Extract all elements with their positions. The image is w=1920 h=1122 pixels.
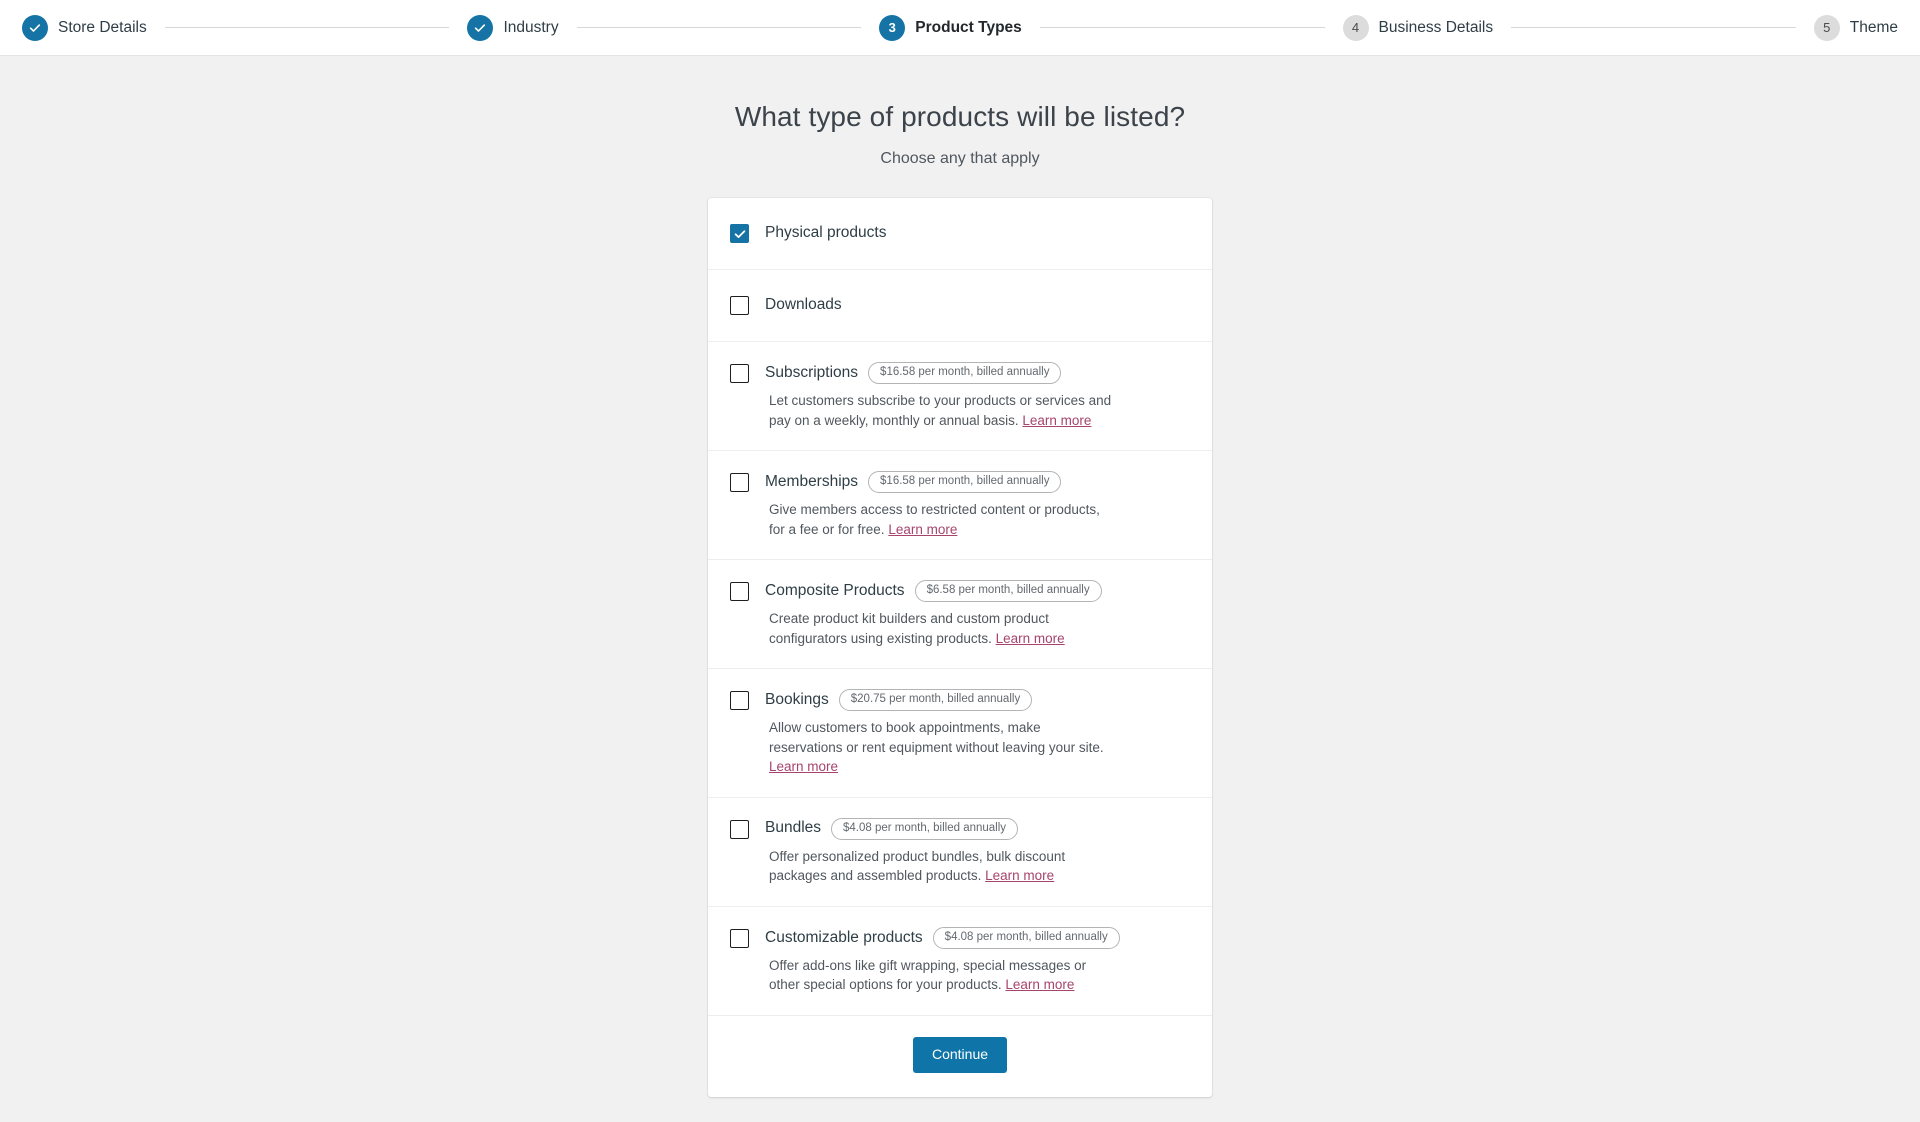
checkbox-unchecked-icon[interactable] bbox=[730, 582, 749, 602]
product-type-title: Physical products bbox=[765, 224, 887, 242]
product-type-description: Give members access to restricted conten… bbox=[765, 500, 1117, 539]
price-badge: $4.08 per month, billed annually bbox=[831, 817, 1019, 840]
product-type-row[interactable]: Memberships $16.58 per month, billed annu… bbox=[708, 451, 1212, 561]
product-type-row[interactable]: Subscriptions $16.58 per month, billed an… bbox=[708, 342, 1212, 452]
check-icon bbox=[22, 14, 48, 41]
page-title: What type of products will be listed? bbox=[734, 101, 1186, 132]
product-type-head: Customizable products $4.08 per month, bi… bbox=[765, 926, 1186, 949]
price-badge: $20.75 per month, billed annually bbox=[838, 689, 1033, 712]
check-icon bbox=[467, 14, 494, 41]
price-badge: $16.58 per month, billed annually bbox=[868, 362, 1062, 384]
stepper-connector bbox=[1511, 27, 1796, 28]
product-type-body: Composite Products $6.58 per month, bille… bbox=[765, 580, 1186, 648]
product-type-body: Bundles $4.08 per month, billed annually O… bbox=[765, 817, 1186, 886]
checkbox-unchecked-icon[interactable] bbox=[730, 364, 749, 383]
product-type-description: Create product kit builders and custom p… bbox=[765, 609, 1117, 648]
product-type-description: Allow customers to book appointments, ma… bbox=[765, 718, 1117, 777]
checkbox-checked-icon[interactable] bbox=[730, 224, 749, 243]
product-type-body: Downloads bbox=[765, 296, 1186, 315]
stepper-step-label: Product Types bbox=[915, 18, 1022, 36]
product-type-body: Customizable products $4.08 per month, bi… bbox=[765, 926, 1186, 995]
checkbox-unchecked-icon[interactable] bbox=[730, 473, 749, 493]
stepper-step-business-details[interactable]: 4 Business Details bbox=[1342, 14, 1494, 41]
checkbox-unchecked-icon[interactable] bbox=[730, 691, 749, 711]
price-badge: $6.58 per month, billed annually bbox=[914, 580, 1102, 603]
product-type-head: Physical products bbox=[765, 224, 1186, 243]
product-type-head: Bundles $4.08 per month, billed annually bbox=[765, 817, 1186, 840]
learn-more-link[interactable]: Learn more bbox=[996, 631, 1065, 646]
learn-more-link[interactable]: Learn more bbox=[1005, 977, 1074, 992]
product-type-body: Subscriptions $16.58 per month, billed an… bbox=[765, 362, 1186, 430]
product-type-title: Bookings bbox=[765, 690, 829, 708]
product-type-title: Customizable products bbox=[765, 928, 923, 946]
product-type-row[interactable]: Downloads bbox=[708, 270, 1212, 342]
product-type-body: Physical products bbox=[765, 224, 1186, 243]
continue-button[interactable]: Continue bbox=[912, 1036, 1008, 1073]
card-footer: Continue bbox=[708, 1016, 1212, 1097]
stepper-step-label: Business Details bbox=[1378, 18, 1494, 36]
product-types-card: Physical products Downloads Subscriptions $… bbox=[708, 198, 1212, 1097]
stepper-connector bbox=[164, 27, 450, 28]
page-subtitle: Choose any that apply bbox=[880, 150, 1040, 167]
learn-more-link[interactable]: Learn more bbox=[1022, 413, 1091, 428]
product-type-title: Subscriptions bbox=[765, 363, 859, 381]
product-type-row[interactable]: Customizable products $4.08 per month, bi… bbox=[708, 907, 1212, 1016]
product-type-head: Downloads bbox=[765, 296, 1186, 315]
product-type-row[interactable]: Bundles $4.08 per month, billed annually O… bbox=[708, 798, 1212, 907]
onboarding-stepper: Store Details Industry 3 Product Types 4 Busi… bbox=[0, 0, 1920, 56]
checkbox-unchecked-icon[interactable] bbox=[730, 819, 749, 839]
checkbox-unchecked-icon[interactable] bbox=[730, 928, 749, 948]
stepper-step-store-details[interactable]: Store Details bbox=[22, 14, 147, 41]
stepper-step-industry[interactable]: Industry bbox=[467, 14, 559, 41]
page-body: What type of products will be listed? Ch… bbox=[0, 56, 1920, 1097]
stepper-connector bbox=[1039, 27, 1325, 28]
stepper-step-label: Industry bbox=[503, 18, 559, 36]
description-text: Allow customers to book appointments, ma… bbox=[769, 720, 1104, 755]
stepper-connector bbox=[576, 27, 862, 28]
product-type-head: Composite Products $6.58 per month, bille… bbox=[765, 580, 1186, 603]
product-type-head: Subscriptions $16.58 per month, billed an… bbox=[765, 362, 1186, 384]
price-badge: $4.08 per month, billed annually bbox=[932, 926, 1120, 949]
product-type-title: Bundles bbox=[765, 819, 822, 837]
product-type-body: Bookings $20.75 per month, billed annuall… bbox=[765, 689, 1186, 777]
product-type-title: Memberships bbox=[765, 472, 859, 490]
checkbox-unchecked-icon[interactable] bbox=[730, 296, 749, 315]
product-type-description: Offer personalized product bundles, bulk… bbox=[765, 847, 1117, 886]
product-type-row[interactable]: Composite Products $6.58 per month, bille… bbox=[708, 560, 1212, 670]
stepper-step-theme[interactable]: 5 Theme bbox=[1813, 14, 1899, 41]
product-type-description: Let customers subscribe to your products… bbox=[765, 391, 1117, 430]
stepper-step-label: Store Details bbox=[58, 18, 147, 36]
product-type-title: Composite Products bbox=[765, 581, 905, 599]
step-number: 3 bbox=[879, 14, 906, 41]
product-type-body: Memberships $16.58 per month, billed annu… bbox=[765, 471, 1186, 539]
learn-more-link[interactable]: Learn more bbox=[888, 522, 957, 537]
learn-more-link[interactable]: Learn more bbox=[985, 868, 1054, 883]
stepper-step-product-types[interactable]: 3 Product Types bbox=[879, 14, 1022, 41]
learn-more-link[interactable]: Learn more bbox=[769, 759, 838, 774]
step-number: 4 bbox=[1342, 14, 1369, 41]
stepper-step-label: Theme bbox=[1849, 18, 1899, 36]
product-type-row[interactable]: Physical products bbox=[708, 198, 1212, 270]
product-type-head: Memberships $16.58 per month, billed annu… bbox=[765, 471, 1186, 493]
product-types-list: Physical products Downloads Subscriptions $… bbox=[708, 198, 1212, 1016]
product-type-row[interactable]: Bookings $20.75 per month, billed annuall… bbox=[708, 669, 1212, 798]
product-type-title: Downloads bbox=[765, 296, 842, 314]
product-type-description: Offer add-ons like gift wrapping, specia… bbox=[765, 956, 1117, 995]
price-badge: $16.58 per month, billed annually bbox=[868, 471, 1062, 493]
step-number: 5 bbox=[1813, 14, 1840, 41]
product-type-head: Bookings $20.75 per month, billed annuall… bbox=[765, 689, 1186, 712]
